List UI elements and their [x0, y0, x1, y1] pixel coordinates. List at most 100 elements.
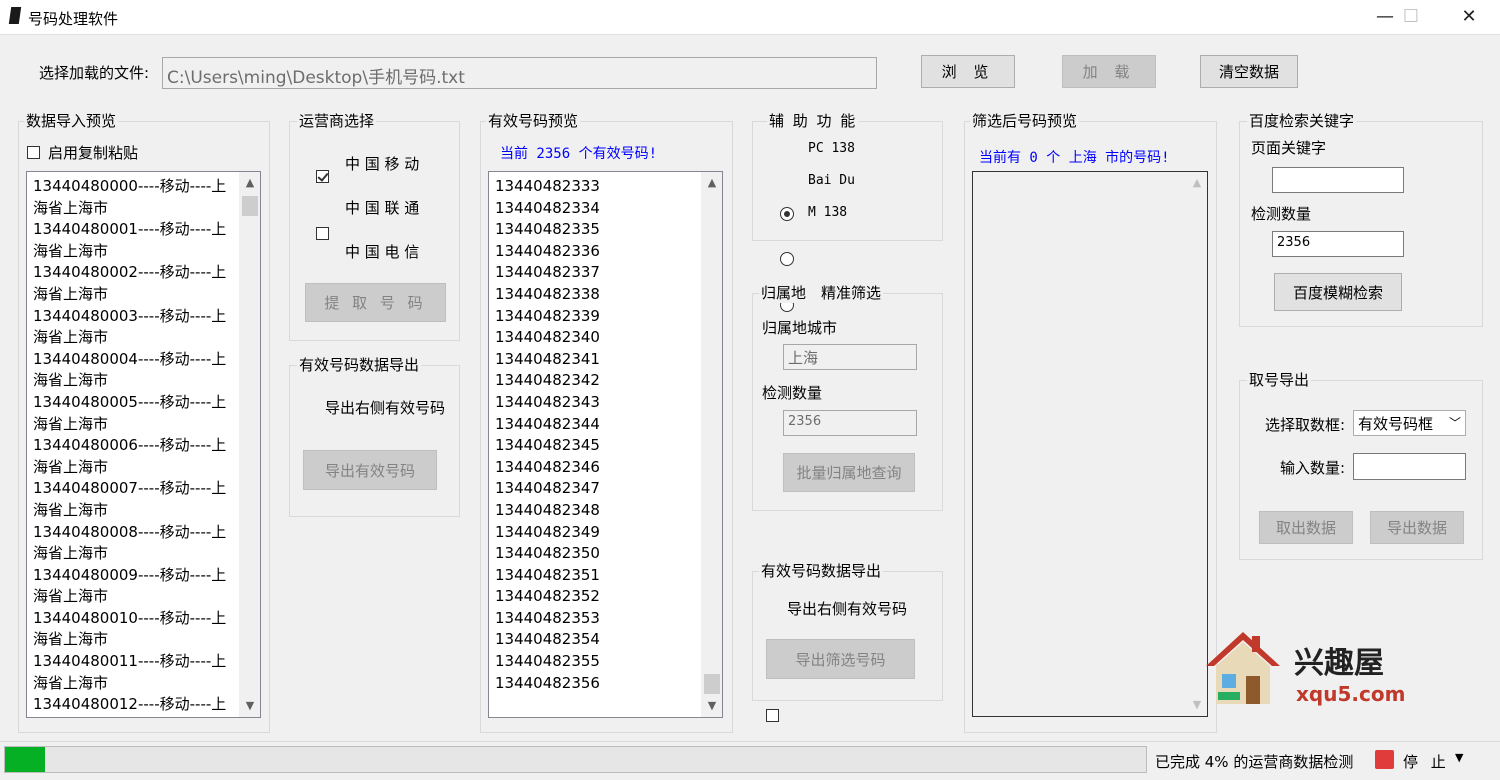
file-path-input[interactable]: C:\Users\ming\Desktop\手机号码.txt — [162, 57, 877, 89]
list-item[interactable]: 13440482337 — [495, 262, 700, 284]
browse-button[interactable]: 浏 览 — [921, 55, 1015, 88]
watermark-url: xqu5.com — [1296, 682, 1406, 706]
list-item[interactable]: 13440482342 — [495, 370, 700, 392]
filtered-number-list[interactable]: ▲ ▼ — [972, 171, 1208, 717]
list-item[interactable]: 13440482341 — [495, 349, 700, 371]
list-item[interactable]: 13440482346 — [495, 457, 700, 479]
list-item[interactable]: 13440480005----移动----上 — [33, 392, 238, 414]
maximize-button[interactable]: ☐ — [1388, 0, 1434, 34]
list-item[interactable]: 13440482347 — [495, 478, 700, 500]
city-input[interactable]: 上海 — [783, 344, 917, 370]
take-data-button[interactable]: 取出数据 — [1259, 511, 1353, 544]
list-item[interactable]: 13440480000----移动----上 — [33, 176, 238, 198]
list-item[interactable]: 13440482340 — [495, 327, 700, 349]
list-item[interactable]: 海省上海市 — [33, 327, 238, 349]
location-count-input[interactable]: 2356 — [783, 410, 917, 436]
scroll-up-icon[interactable]: ▲ — [702, 174, 722, 192]
list-item[interactable]: 海省上海市 — [33, 673, 238, 695]
carrier-mobile-checkbox[interactable] — [316, 170, 329, 183]
list-item[interactable]: 海省上海市 — [33, 629, 238, 651]
valid-number-list[interactable]: 13440482333 13440482334 13440482335 1344048… — [488, 171, 723, 718]
baidu-count-input[interactable]: 2356 — [1272, 231, 1404, 257]
radio-baidu-label: Bai Du — [808, 173, 855, 188]
list-item[interactable]: 13440480003----移动----上 — [33, 306, 238, 328]
baidu-count-label: 检测数量 — [1251, 205, 1312, 223]
list-item[interactable]: 海省上海市 — [33, 586, 238, 608]
filtered-export-group — [752, 571, 943, 701]
list-item[interactable]: 13440482345 — [495, 435, 700, 457]
list-item[interactable]: 13440482335 — [495, 219, 700, 241]
list-item[interactable]: 13440482351 — [495, 565, 700, 587]
baidu-keyword-input[interactable] — [1272, 167, 1404, 193]
scroll-thumb[interactable] — [242, 196, 258, 216]
list-item[interactable]: 海省上海市 — [33, 370, 238, 392]
list-item[interactable]: 13440480012----移动----上 — [33, 694, 238, 716]
scroll-up-icon[interactable]: ▲ — [240, 174, 260, 192]
list-item[interactable]: 13440482354 — [495, 629, 700, 651]
radio-baidu[interactable] — [780, 252, 794, 266]
clear-data-button[interactable]: 清空数据 — [1200, 55, 1298, 88]
list-item[interactable]: 13440482343 — [495, 392, 700, 414]
close-button[interactable]: ✕ — [1446, 0, 1492, 34]
list-item[interactable]: 13440480008----移动----上 — [33, 522, 238, 544]
list-item[interactable]: 13440482336 — [495, 241, 700, 263]
stop-dropdown-icon[interactable]: ▼ — [1455, 751, 1463, 764]
list-item[interactable]: 13440480010----移动----上 — [33, 608, 238, 630]
list-item[interactable]: 13440482352 — [495, 586, 700, 608]
list-item[interactable]: 海省上海市 — [33, 198, 238, 220]
carrier-unicom-label: 中 国 联 通 — [345, 199, 420, 217]
radio-pc138[interactable] — [780, 207, 794, 221]
baidu-search-button[interactable]: 百度模糊检索 — [1274, 273, 1402, 311]
list-item[interactable]: 海省上海市 — [33, 241, 238, 263]
list-item[interactable]: 海省上海市 — [33, 414, 238, 436]
load-button[interactable]: 加 载 — [1062, 55, 1156, 88]
export-filtered-button[interactable]: 导出筛选号码 — [766, 639, 915, 679]
scroll-thumb[interactable] — [704, 674, 720, 694]
scroll-down-icon[interactable]: ▼ — [240, 697, 260, 715]
list-item[interactable]: 13440482356 — [495, 673, 700, 695]
carrier-mobile-label: 中 国 移 动 — [345, 155, 420, 173]
list-item[interactable]: 海省上海市 — [33, 284, 238, 306]
house-logo-icon — [1198, 626, 1288, 708]
list-item[interactable]: 13440482344 — [495, 414, 700, 436]
filtered-export-title: 有效号码数据导出 — [759, 560, 884, 581]
list-item[interactable]: 13440482350 — [495, 543, 700, 565]
qty-input[interactable] — [1353, 453, 1466, 480]
scroll-up-icon[interactable]: ▲ — [1187, 174, 1207, 192]
import-preview-title: 数据导入预览 — [24, 110, 119, 131]
list-item[interactable]: 海省上海市 — [33, 500, 238, 522]
list-item[interactable]: 13440482353 — [495, 608, 700, 630]
list-item[interactable]: 13440480006----移动----上 — [33, 435, 238, 457]
list-item[interactable]: 13440482333 — [495, 176, 700, 198]
select-box-dropdown[interactable]: 有效号码框 ﹀ — [1353, 410, 1466, 436]
export-data-button[interactable]: 导出数据 — [1370, 511, 1464, 544]
extract-numbers-button[interactable]: 提 取 号 码 — [305, 283, 446, 322]
export-valid-button[interactable]: 导出有效号码 — [303, 450, 437, 490]
export-filtered-checkbox[interactable] — [766, 709, 779, 722]
list-item[interactable]: 13440482348 — [495, 500, 700, 522]
stop-icon[interactable] — [1375, 750, 1394, 769]
list-item[interactable]: 13440482355 — [495, 651, 700, 673]
carrier-unicom-checkbox[interactable] — [316, 227, 329, 240]
valid-scrollbar[interactable]: ▲ ▼ — [701, 172, 722, 717]
list-item[interactable]: 13440480007----移动----上 — [33, 478, 238, 500]
list-item[interactable]: 13440480009----移动----上 — [33, 565, 238, 587]
list-item[interactable]: 13440480001----移动----上 — [33, 219, 238, 241]
list-item[interactable]: 13440482338 — [495, 284, 700, 306]
import-preview-list[interactable]: 13440480000----移动----上 海省上海市 13440480001--… — [26, 171, 261, 718]
list-item[interactable]: 13440480002----移动----上 — [33, 262, 238, 284]
batch-location-button[interactable]: 批量归属地查询 — [783, 453, 915, 492]
enable-paste-checkbox[interactable] — [27, 146, 40, 159]
scroll-down-icon[interactable]: ▼ — [702, 697, 722, 715]
file-label: 选择加载的文件: — [39, 64, 150, 82]
valid-number-items: 13440482333 13440482334 13440482335 1344048… — [495, 176, 700, 694]
list-item[interactable]: 13440480004----移动----上 — [33, 349, 238, 371]
list-item[interactable]: 13440480011----移动----上 — [33, 651, 238, 673]
list-item[interactable]: 海省上海市 — [33, 543, 238, 565]
list-item[interactable]: 13440482334 — [495, 198, 700, 220]
list-item[interactable]: 13440482349 — [495, 522, 700, 544]
stop-label[interactable]: 停 止 — [1403, 751, 1450, 772]
list-item[interactable]: 13440482339 — [495, 306, 700, 328]
import-scrollbar[interactable]: ▲ ▼ — [239, 172, 260, 717]
list-item[interactable]: 海省上海市 — [33, 457, 238, 479]
